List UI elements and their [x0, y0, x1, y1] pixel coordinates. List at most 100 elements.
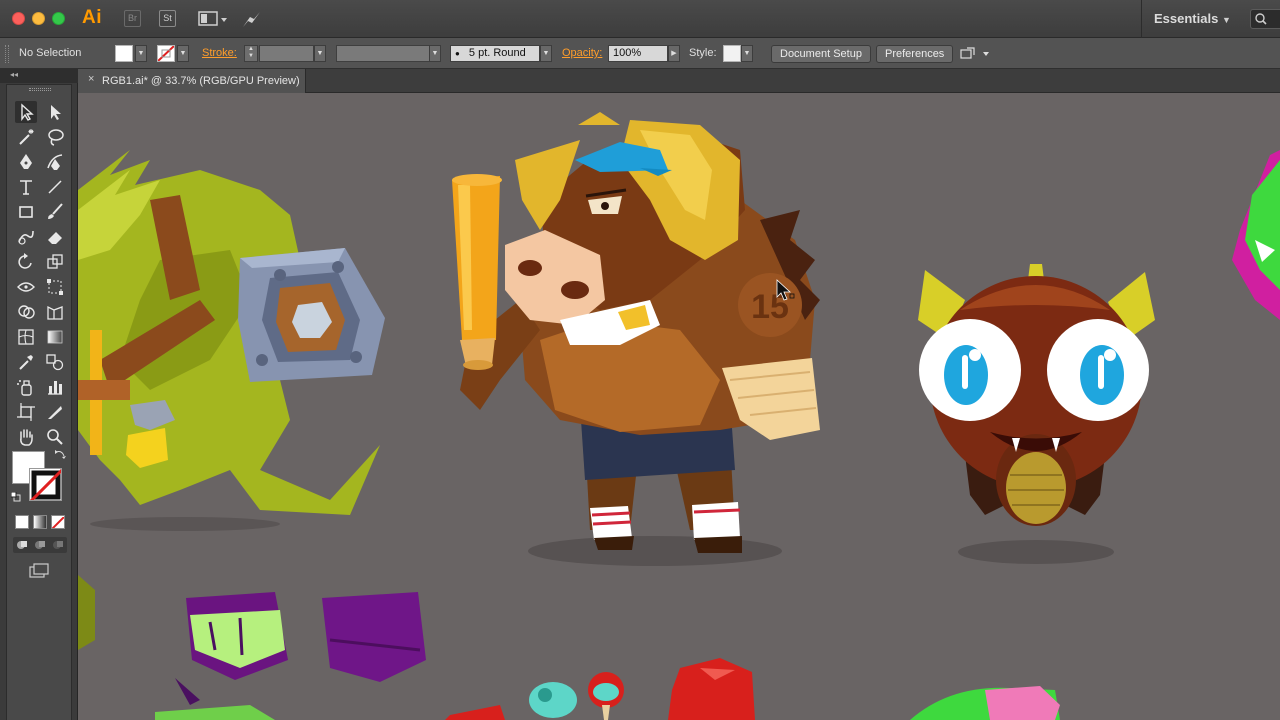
- gradient-tool[interactable]: [44, 326, 66, 348]
- symbol-sprayer-icon: [17, 380, 32, 396]
- preferences-button[interactable]: Preferences: [876, 45, 954, 63]
- stroke-color-box[interactable]: [29, 468, 62, 501]
- stroke-weight-field[interactable]: [259, 45, 314, 62]
- paintbrush-tool[interactable]: [44, 201, 66, 223]
- brush-dropdown[interactable]: ▼: [540, 45, 552, 62]
- green-troll-character: [78, 150, 385, 650]
- zoom-icon: [47, 429, 63, 445]
- shaper-tool[interactable]: [15, 226, 37, 248]
- opacity-field[interactable]: 100%: [608, 45, 668, 62]
- width-icon: [17, 282, 35, 292]
- rotate-tool[interactable]: [15, 251, 37, 273]
- control-bar-grip[interactable]: [5, 45, 9, 63]
- no-stroke-icon: [158, 46, 174, 61]
- perspective-grid-icon: [47, 305, 63, 320]
- tools-grip[interactable]: [29, 88, 51, 91]
- scale-tool[interactable]: [44, 251, 66, 273]
- window-maximize-button[interactable]: [52, 12, 65, 25]
- blend-tool[interactable]: [44, 351, 66, 373]
- profile-dropdown[interactable]: ▼: [429, 45, 441, 62]
- graphic-style-dropdown[interactable]: ▼: [741, 45, 753, 62]
- style-label: Style:: [689, 47, 717, 59]
- brush-name: 5 pt. Round: [468, 47, 526, 59]
- blend-icon: [46, 354, 64, 371]
- variable-width-profile[interactable]: [336, 45, 432, 62]
- rocket-icon: [243, 12, 260, 27]
- stroke-weight-dropdown[interactable]: ▼: [314, 45, 326, 62]
- stock-button[interactable]: St: [159, 10, 176, 27]
- eraser-tool[interactable]: [44, 226, 66, 248]
- perspective-grid-tool[interactable]: [44, 301, 66, 323]
- close-icon[interactable]: ×: [88, 73, 94, 85]
- scale-icon: [47, 254, 63, 269]
- color-mode-button[interactable]: [15, 515, 29, 529]
- none-mode-button[interactable]: [51, 515, 65, 529]
- no-stroke-icon: [30, 469, 61, 500]
- opacity-slider-button[interactable]: ▶: [668, 45, 680, 62]
- stroke-swatch[interactable]: [157, 45, 175, 62]
- bridge-button[interactable]: Br: [124, 10, 141, 27]
- selection-tool[interactable]: [15, 101, 37, 123]
- default-colors-icon: [10, 491, 21, 502]
- fill-dropdown[interactable]: ▼: [135, 45, 147, 62]
- collapse-panel-icon[interactable]: ◂◂: [10, 70, 18, 79]
- none-icon: [52, 516, 64, 528]
- line-segment-tool[interactable]: [44, 176, 66, 198]
- shape-builder-icon: [18, 305, 35, 319]
- stroke-label[interactable]: Stroke:: [202, 38, 237, 69]
- arrange-panel-button[interactable]: [958, 45, 994, 63]
- gpu-performance-button[interactable]: [240, 8, 262, 30]
- gradient-mode-button[interactable]: [33, 515, 47, 529]
- hand-icon: [20, 429, 33, 446]
- lasso-tool[interactable]: [44, 126, 66, 148]
- default-fill-stroke-button[interactable]: [10, 489, 21, 502]
- drawing-modes[interactable]: [13, 537, 67, 553]
- zoom-tool[interactable]: [44, 426, 66, 448]
- shaper-icon: [18, 230, 34, 245]
- slice-knife-icon: [48, 406, 62, 419]
- type-tool[interactable]: [15, 176, 37, 198]
- round-monster-character: [918, 264, 1155, 564]
- gradient-icon: [47, 330, 63, 344]
- stroke-dropdown[interactable]: ▼: [177, 45, 189, 62]
- artboard-canvas[interactable]: 15: [78, 93, 1280, 720]
- document-setup-button[interactable]: Document Setup: [771, 45, 871, 63]
- mesh-icon: [18, 329, 34, 345]
- search-icon: [1255, 13, 1267, 25]
- magic-wand-icon: [19, 129, 34, 145]
- shape-builder-tool[interactable]: [15, 301, 37, 323]
- hand-tool[interactable]: [15, 426, 37, 448]
- control-bar: No Selection ▼ ▼ Stroke: ▲ ▼ ▼ ▼ ● 5 pt. …: [0, 38, 1280, 69]
- direct-selection-tool[interactable]: [44, 101, 66, 123]
- screen-mode-button[interactable]: [29, 563, 49, 579]
- selection-status: No Selection: [19, 47, 82, 59]
- bottom-small-parts: [445, 658, 1060, 720]
- artboard-tool[interactable]: [15, 401, 37, 423]
- magic-wand-tool[interactable]: [15, 126, 37, 148]
- curvature-tool[interactable]: [44, 151, 66, 173]
- window-minimize-button[interactable]: [32, 12, 45, 25]
- arrange-documents-button[interactable]: [198, 9, 228, 29]
- free-transform-tool[interactable]: [44, 276, 66, 298]
- search-help-input[interactable]: [1250, 9, 1280, 29]
- arrange-documents-icon: [198, 11, 227, 26]
- swap-fill-stroke-button[interactable]: [54, 447, 66, 459]
- stroke-weight-stepper[interactable]: ▲ ▼: [244, 45, 258, 62]
- column-graph-tool[interactable]: [44, 376, 66, 398]
- pen-tool[interactable]: [15, 151, 37, 173]
- window-close-button[interactable]: [12, 12, 25, 25]
- width-tool[interactable]: [15, 276, 37, 298]
- direct-selection-arrow-icon: [51, 105, 61, 120]
- mesh-tool[interactable]: [15, 326, 37, 348]
- eyedropper-tool[interactable]: [15, 351, 37, 373]
- slice-tool[interactable]: [44, 401, 66, 423]
- pen-icon: [20, 154, 32, 169]
- document-tab[interactable]: × RGB1.ai* @ 33.7% (RGB/GPU Preview): [78, 69, 306, 93]
- brush-definition-field[interactable]: ● 5 pt. Round: [450, 45, 540, 62]
- rectangle-tool[interactable]: [15, 201, 37, 223]
- symbol-sprayer-tool[interactable]: [15, 376, 37, 398]
- graphic-style-swatch[interactable]: [723, 45, 741, 62]
- opacity-label[interactable]: Opacity:: [562, 38, 602, 69]
- fill-swatch[interactable]: [115, 45, 133, 62]
- screen-mode-icon: [29, 563, 49, 578]
